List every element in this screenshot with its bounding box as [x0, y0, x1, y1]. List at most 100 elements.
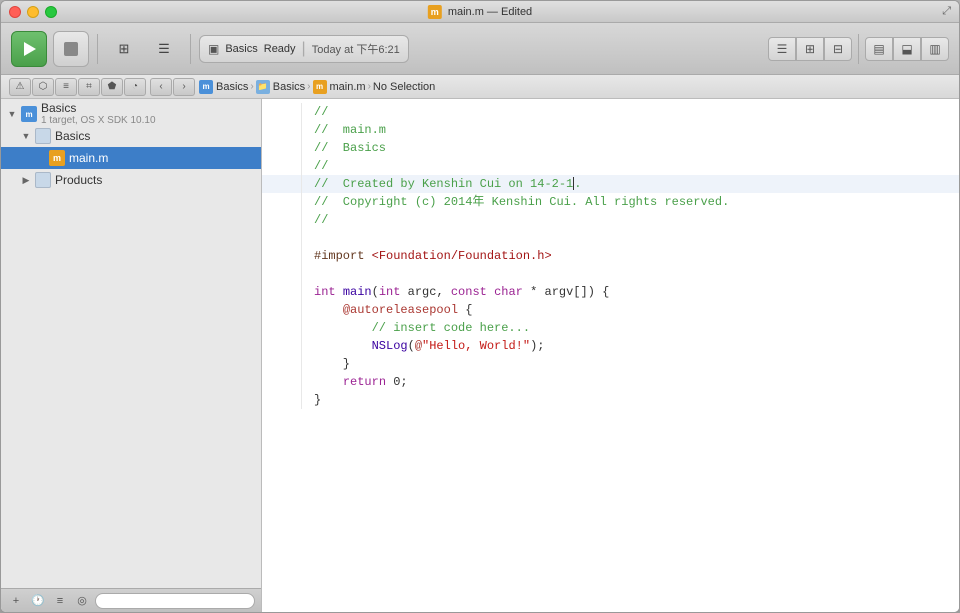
- nav-warning-button[interactable]: ⚠: [9, 78, 31, 96]
- code-line-5: // Created by Kenshin Cui on 14-2-1.: [262, 175, 959, 193]
- debug-button[interactable]: ⬓: [893, 37, 921, 61]
- breadcrumb-item-basics2[interactable]: 📁 Basics: [256, 80, 305, 94]
- breadcrumb: m Basics › 📁 Basics › m main.m › No Sele…: [199, 80, 435, 94]
- breadcrumb-label-mainm: main.m: [330, 81, 366, 93]
- titlebar: m main.m — Edited ⤢: [1, 1, 959, 23]
- titlebar-right: ⤢: [942, 1, 951, 22]
- toolbar-divider: |: [302, 40, 306, 58]
- nav-report-button[interactable]: ◔: [124, 78, 146, 96]
- sidebar-bottom: + 🕐 ≡ ◎: [1, 588, 261, 612]
- code-line-6: // Copyright (c) 2014年 Kenshin Cui. All …: [262, 193, 959, 211]
- line-content-2: // main.m: [302, 121, 951, 139]
- scheme-icon: ▣: [208, 42, 219, 56]
- line-content-16: return 0;: [302, 373, 951, 391]
- sidebar-tree: m Basics 1 target, OS X SDK 10.10 Basics…: [1, 99, 261, 588]
- breadcrumb-item-noselection[interactable]: No Selection: [373, 81, 435, 93]
- line-content-4: //: [302, 157, 951, 175]
- line-content-11: int main(int argc, const char * argv[]) …: [302, 283, 951, 301]
- breakpoints-button[interactable]: ⊞: [106, 29, 142, 69]
- line-num-1: [262, 103, 302, 121]
- resize-icon: ⤢: [942, 5, 951, 18]
- version-editor-button[interactable]: ⊟: [824, 37, 852, 61]
- maximize-button[interactable]: [45, 6, 57, 18]
- line-content-15: }: [302, 355, 951, 373]
- utilities-button[interactable]: ▥: [921, 37, 949, 61]
- tasks-icon: ☰: [158, 41, 170, 57]
- nav-back-button[interactable]: ‹: [150, 78, 172, 96]
- line-content-5: // Created by Kenshin Cui on 14-2-1.: [302, 175, 951, 193]
- line-content-3: // Basics: [302, 139, 951, 157]
- tree-item-mainm[interactable]: m main.m: [1, 147, 261, 169]
- stop-button[interactable]: [53, 31, 89, 67]
- code-line-9: #import <Foundation/Foundation.h>: [262, 247, 959, 265]
- breadcrumb-item-mainm[interactable]: m main.m: [313, 80, 366, 94]
- scheme-label: Basics: [225, 43, 257, 55]
- standard-editor-button[interactable]: ☰: [768, 37, 796, 61]
- nav-arrow-group: ‹ ›: [150, 78, 195, 96]
- breadcrumb-sep-3: ›: [368, 81, 371, 92]
- nav-forward-button[interactable]: ›: [173, 78, 195, 96]
- tree-item-products[interactable]: Products: [1, 169, 261, 191]
- line-num-2: [262, 121, 302, 139]
- line-num-16: [262, 373, 302, 391]
- disclosure-products: [19, 173, 33, 187]
- basics-project-icon: m: [199, 80, 213, 94]
- code-line-2: // main.m: [262, 121, 959, 139]
- line-num-17: [262, 391, 302, 409]
- line-num-4: [262, 157, 302, 175]
- code-line-7: //: [262, 211, 959, 229]
- group-label: Basics: [55, 129, 257, 143]
- breakpoints-icon: ⊞: [119, 41, 130, 57]
- mainm-label: main.m: [69, 151, 257, 165]
- objc-icon: m: [49, 150, 65, 166]
- tree-item-basics-group[interactable]: Basics: [1, 125, 261, 147]
- mainm-file-icon: m: [313, 80, 327, 94]
- line-num-8: [262, 229, 302, 247]
- project-sublabel: 1 target, OS X SDK 10.10: [41, 115, 156, 127]
- line-content-12: @autoreleasepool {: [302, 301, 951, 319]
- disclosure-mainm: [33, 151, 47, 165]
- code-line-8: [262, 229, 959, 247]
- breadcrumb-item-basics1[interactable]: m Basics: [199, 80, 248, 94]
- line-num-7: [262, 211, 302, 229]
- clock-button[interactable]: 🕐: [29, 592, 47, 610]
- code-line-14: NSLog(@"Hello, World!");: [262, 337, 959, 355]
- filter-input[interactable]: [95, 593, 255, 609]
- code-line-12: @autoreleasepool {: [262, 301, 959, 319]
- nav-history-button[interactable]: ⌗: [78, 78, 100, 96]
- nav-bookmark-button[interactable]: ⬡: [32, 78, 54, 96]
- tasks-button[interactable]: ☰: [146, 29, 182, 69]
- nav-left-icons: ⚠ ⬡ ≡ ⌗ ⬟ ◔: [9, 78, 146, 96]
- line-content-10: [302, 265, 951, 283]
- line-content-17: }: [302, 391, 951, 409]
- products-icon: [35, 172, 51, 188]
- assistant-editor-button[interactable]: ⊞: [796, 37, 824, 61]
- main-window: m main.m — Edited ⤢ ⊞ ☰ ▣ Basics Ready |…: [0, 0, 960, 613]
- tree-item-basics-project[interactable]: m Basics 1 target, OS X SDK 10.10: [1, 103, 261, 125]
- scheme-selector[interactable]: ▣ Basics Ready | Today at 下午6:21: [199, 35, 409, 63]
- nav-find-button[interactable]: ≡: [55, 78, 77, 96]
- disclosure-basics-group: [19, 129, 33, 143]
- navigator-button[interactable]: ▤: [865, 37, 893, 61]
- code-line-17: }: [262, 391, 959, 409]
- code-line-1: //: [262, 103, 959, 121]
- code-editor[interactable]: // // main.m // Basics //: [262, 99, 959, 612]
- run-button[interactable]: [11, 31, 47, 67]
- code-line-13: // insert code here...: [262, 319, 959, 337]
- line-content-1: //: [302, 103, 951, 121]
- main-area: m Basics 1 target, OS X SDK 10.10 Basics…: [1, 99, 959, 612]
- close-button[interactable]: [9, 6, 21, 18]
- code-line-11: int main(int argc, const char * argv[]) …: [262, 283, 959, 301]
- project-icon: m: [21, 106, 37, 122]
- scope-button[interactable]: ◎: [73, 592, 91, 610]
- editor-view-group: ☰ ⊞ ⊟: [768, 37, 852, 61]
- line-content-8: [302, 229, 951, 247]
- code-line-10: [262, 265, 959, 283]
- toolbar-timestamp: Today at 下午6:21: [312, 41, 400, 57]
- minimize-button[interactable]: [27, 6, 39, 18]
- nav-bar: ⚠ ⬡ ≡ ⌗ ⬟ ◔ ‹ › m Basics › 📁 Basics › m: [1, 75, 959, 99]
- filter-button[interactable]: ≡: [51, 592, 69, 610]
- add-item-button[interactable]: +: [7, 592, 25, 610]
- breadcrumb-sep-1: ›: [250, 81, 253, 92]
- nav-breakpoint-button[interactable]: ⬟: [101, 78, 123, 96]
